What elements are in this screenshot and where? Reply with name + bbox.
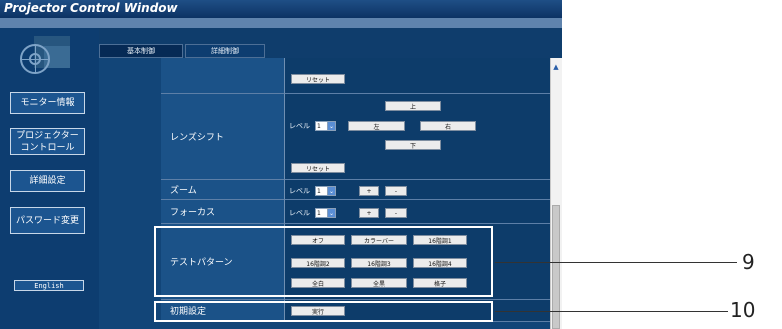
sidebar-item-password-change[interactable]: パスワード変更 [10, 207, 85, 234]
callout-number-10: 10 [730, 298, 756, 322]
sidebar-item-monitor-info[interactable]: モニター情報 [10, 92, 85, 114]
lens-right-button[interactable]: 右 [420, 121, 476, 131]
chevron-down-icon: ⌄ [327, 121, 336, 131]
zoom-level-select[interactable]: 1 ⌄ [315, 186, 336, 196]
focus-level-label: レベル [289, 209, 310, 217]
lens-level-value: 1 [317, 122, 321, 130]
window-title: Projector Control Window [4, 1, 178, 15]
zoom-label: ズーム [161, 180, 284, 200]
title-bar: Projector Control Window [0, 0, 562, 18]
chevron-down-icon: ⌄ [327, 208, 336, 218]
chevron-down-icon: ⌄ [327, 186, 336, 196]
callout-box-initial-settings [154, 301, 493, 322]
zoom-plus-button[interactable]: + [359, 186, 379, 196]
sidebar-item-detail-settings[interactable]: 詳細設定 [10, 170, 85, 192]
lens-reset-button[interactable]: リセット [291, 163, 345, 173]
frame-bar [0, 18, 562, 28]
tab-detail-control[interactable]: 詳細制御 [185, 44, 265, 58]
lens-level-select[interactable]: 1 ⌄ [315, 121, 336, 131]
callout-number-9: 9 [742, 250, 755, 274]
english-button[interactable]: English [14, 280, 84, 291]
callout-box-test-pattern [154, 226, 493, 297]
lens-shift-label: レンズシフト [161, 94, 284, 180]
projector-logo [20, 36, 78, 82]
scroll-up-icon[interactable]: ▲ [551, 62, 561, 72]
row-label-blank [161, 58, 284, 94]
lens-level-label: レベル [289, 122, 310, 130]
zoom-minus-button[interactable]: - [385, 186, 407, 196]
zoom-level-label: レベル [289, 187, 310, 195]
callout-line-10 [495, 311, 728, 312]
reset-button-top[interactable]: リセット [291, 74, 345, 84]
focus-plus-button[interactable]: + [359, 208, 379, 218]
focus-label: フォーカス [161, 200, 284, 224]
callout-line-9 [495, 262, 737, 263]
lens-up-button[interactable]: 上 [385, 101, 441, 111]
focus-level-value: 1 [317, 209, 321, 217]
sidebar-item-projector-control[interactable]: プロジェクター コントロール [10, 128, 85, 155]
lens-left-button[interactable]: 左 [348, 121, 405, 131]
lens-down-button[interactable]: 下 [385, 140, 441, 150]
focus-level-select[interactable]: 1 ⌄ [315, 208, 336, 218]
focus-minus-button[interactable]: - [385, 208, 407, 218]
zoom-level-value: 1 [317, 187, 321, 195]
tab-basic-control[interactable]: 基本制御 [99, 44, 183, 58]
